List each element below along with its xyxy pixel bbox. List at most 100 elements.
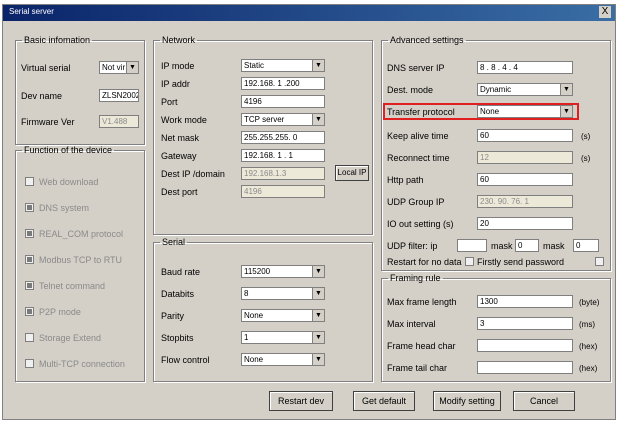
udp-group-label: UDP Group IP [387,197,445,207]
ip-mode-select[interactable]: Static ▼ [241,59,325,72]
stopbits-select[interactable]: 1 ▼ [241,331,325,344]
function-checkbox [25,255,34,264]
net-mask-label: Net mask [161,133,200,143]
dest-port-field[interactable]: 4196 [241,185,325,198]
reconnect-label: Reconnect time [387,153,450,163]
io-out-field[interactable]: 20 [477,217,573,230]
chevron-down-icon: ▼ [560,84,572,95]
frame-tail-field[interactable] [477,361,573,374]
function-item-label: Modbus TCP to RTU [39,255,123,265]
serial-legend: Serial [162,237,186,247]
function-item-label: P2P mode [39,307,81,317]
get-default-button[interactable]: Get default [353,391,415,411]
firstly-send-password-checkbox[interactable] [595,257,604,266]
dns-server-field[interactable]: 8 . 8 . 4 . 4 [477,61,573,74]
dest-mode-select[interactable]: Dynamic ▼ [477,83,573,96]
cancel-button[interactable]: Cancel [513,391,575,411]
dev-name-label: Dev name [21,91,63,101]
dest-ip-label: Dest IP /domain [161,169,225,179]
function-checkbox [25,281,34,290]
function-item-label: DNS system [39,203,90,213]
title-bar: Serial server X [3,5,615,21]
max-frame-length-label: Max frame length [387,297,457,307]
network-legend: Network [162,35,196,45]
frame-head-label: Frame head char [387,341,456,351]
max-interval-label: Max interval [387,319,436,329]
function-item-label: Web download [39,177,99,187]
function-checkbox [25,307,34,316]
serial-server-window: Serial server X Basic infomation Virtual… [2,4,616,420]
frame-head-unit: (hex) [579,342,598,351]
firmware-label: Firmware Ver [21,117,75,127]
function-checkbox [25,333,34,342]
chevron-down-icon: ▼ [312,114,324,125]
databits-label: Databits [161,289,195,299]
chevron-down-icon: ▼ [312,288,324,299]
udp-group-field[interactable]: 230. 90. 76. 1 [477,195,573,208]
max-frame-length-field[interactable]: 1300 [477,295,573,308]
udp-filter-mask2-label: mask [543,241,565,251]
max-frame-length-unit: (byte) [579,298,600,307]
dns-server-label: DNS server IP [387,63,445,73]
function-checkbox [25,229,34,238]
udp-filter-label: UDP filter: ip [387,241,438,251]
max-interval-field[interactable]: 3 [477,317,573,330]
reconnect-field[interactable]: 12 [477,151,573,164]
function-checkbox [25,359,34,368]
keep-alive-unit: (s) [581,132,591,141]
dest-port-label: Dest port [161,187,198,197]
udp-filter-mask2-field[interactable]: 0 [573,239,599,252]
firstly-send-password-label: Firstly send password [477,257,565,267]
close-icon[interactable]: X [599,6,611,18]
window-title: Serial server [9,7,54,16]
work-mode-label: Work mode [161,115,207,125]
flow-control-select[interactable]: None ▼ [241,353,325,366]
function-item-label: REAL_COM protocol [39,229,124,239]
gateway-field[interactable]: 192.168. 1 . 1 [241,149,325,162]
work-mode-select[interactable]: TCP server ▼ [241,113,325,126]
chevron-down-icon: ▼ [312,266,324,277]
baud-rate-select[interactable]: 115200 ▼ [241,265,325,278]
restart-no-data-checkbox[interactable] [465,257,474,266]
frame-tail-label: Frame tail char [387,363,448,373]
gateway-label: Gateway [161,151,197,161]
ip-mode-label: IP mode [161,61,195,71]
ip-addr-field[interactable]: 192.168. 1 .200 [241,77,325,90]
chevron-down-icon: ▼ [312,354,324,365]
keep-alive-field[interactable]: 60 [477,129,573,142]
virtual-serial-select[interactable]: Not vir ▼ [99,61,139,74]
parity-label: Parity [161,311,185,321]
basic-info-legend: Basic infomation [24,35,91,45]
restart-dev-button[interactable]: Restart dev [269,391,333,411]
local-ip-button[interactable]: Local IP [335,165,369,181]
function-item-label: Telnet command [39,281,106,291]
dev-name-field[interactable]: ZLSN2002 [99,89,139,102]
baud-rate-label: Baud rate [161,267,201,277]
frame-head-field[interactable] [477,339,573,352]
reconnect-unit: (s) [581,154,591,163]
dest-ip-field[interactable]: 192.168.1.3 [241,167,325,180]
restart-no-data-label: Restart for no data [387,257,462,267]
flow-control-label: Flow control [161,355,210,365]
udp-filter-mask-field[interactable]: 0 [515,239,539,252]
frame-tail-unit: (hex) [579,364,598,373]
chevron-down-icon: ▼ [312,332,324,343]
chevron-down-icon: ▼ [312,60,324,71]
ip-addr-label: IP addr [161,79,190,89]
transfer-protocol-label: Transfer protocol [387,107,455,117]
stopbits-label: Stopbits [161,333,194,343]
transfer-protocol-select[interactable]: None ▼ [477,105,573,118]
port-field[interactable]: 4196 [241,95,325,108]
port-label: Port [161,97,178,107]
parity-select[interactable]: None ▼ [241,309,325,322]
udp-filter-ip-field[interactable] [457,239,487,252]
dest-mode-label: Dest. mode [387,85,434,95]
modify-setting-button[interactable]: Modify setting [433,391,501,411]
firmware-field: V1.488 [99,115,139,128]
net-mask-field[interactable]: 255.255.255. 0 [241,131,325,144]
http-path-label: Http path [387,175,424,185]
http-path-field[interactable]: 60 [477,173,573,186]
chevron-down-icon: ▼ [126,62,138,73]
databits-select[interactable]: 8 ▼ [241,287,325,300]
chevron-down-icon: ▼ [560,106,572,117]
